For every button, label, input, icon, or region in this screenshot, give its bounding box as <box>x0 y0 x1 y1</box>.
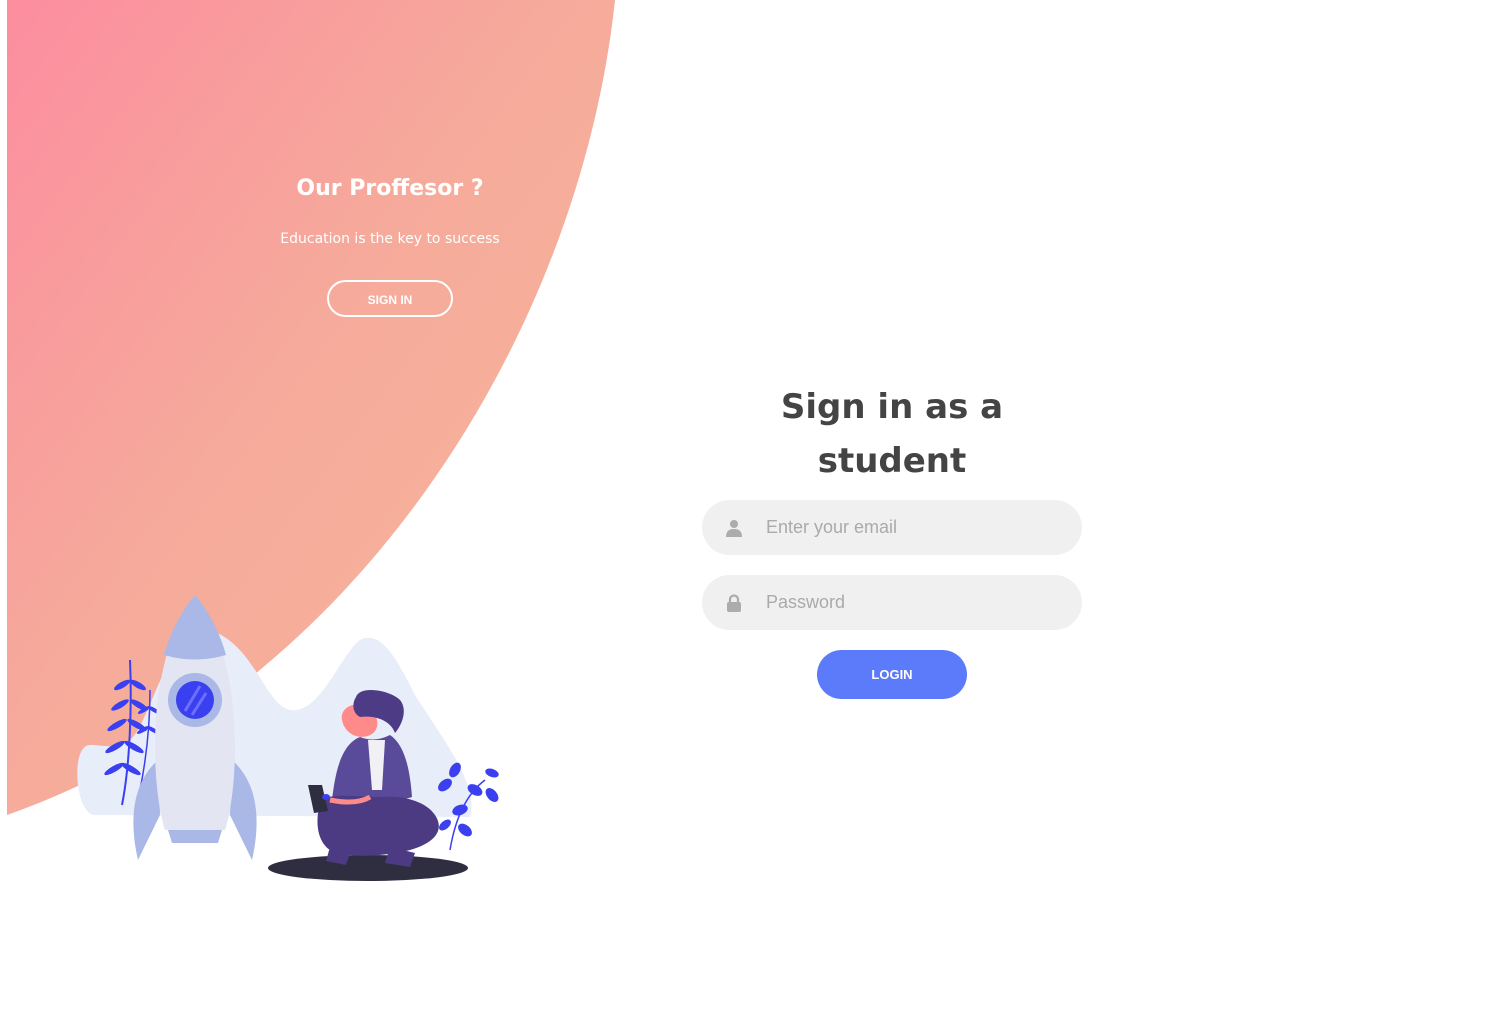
panel-title: Our Proffesor ? <box>296 176 484 201</box>
email-input[interactable] <box>766 500 1082 555</box>
lock-icon <box>702 593 766 612</box>
panel-subtitle: Education is the key to success <box>280 231 500 247</box>
login-button[interactable]: LOGIN <box>817 650 967 699</box>
password-field[interactable] <box>702 575 1082 630</box>
email-field[interactable] <box>702 500 1082 555</box>
form-title: Sign in as a student <box>780 387 1004 481</box>
professor-sign-in-button[interactable]: SIGN IN <box>327 280 453 317</box>
student-sign-in-form: Sign in as a student LOGIN <box>702 380 1082 699</box>
professor-panel: Our Proffesor ? Education is the key to … <box>240 170 540 317</box>
user-icon <box>702 519 766 537</box>
login-page: Our Proffesor ? Education is the key to … <box>0 0 1512 1032</box>
rocket-illustration <box>77 595 499 881</box>
password-input[interactable] <box>766 575 1082 630</box>
